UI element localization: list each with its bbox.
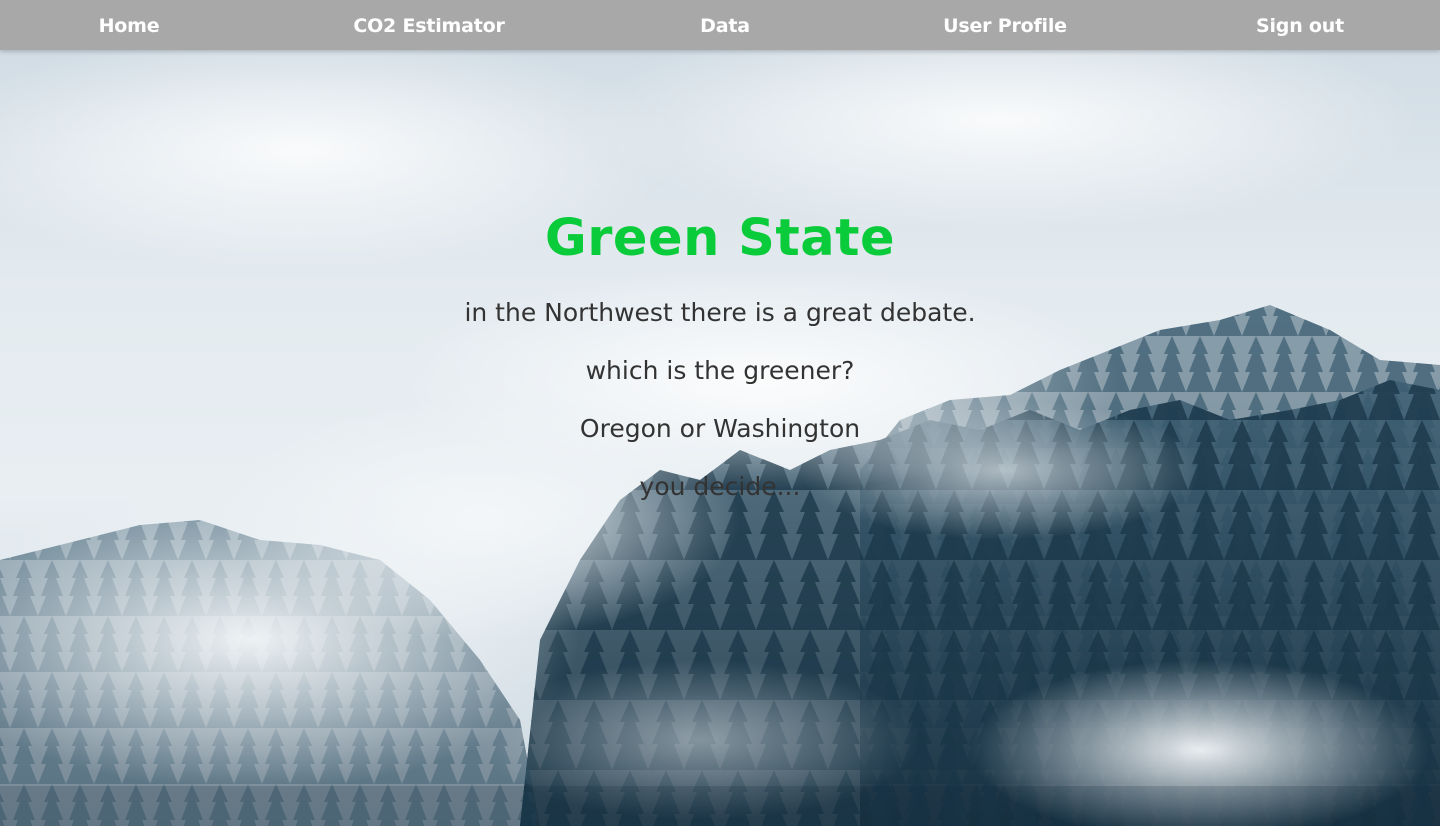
hero-section: Green State in the Northwest there is a …: [0, 0, 1440, 826]
nav-home-link[interactable]: Home: [99, 0, 160, 50]
hero-line-question: which is the greener?: [585, 356, 855, 385]
hero-line-states: Oregon or Washington: [579, 414, 861, 443]
hero-line-decide: you decide...: [639, 472, 801, 501]
hero-title: Green State: [544, 209, 896, 268]
hero-line-debate: in the Northwest there is a great debate…: [464, 298, 976, 327]
nav-co2-estimator-link[interactable]: CO2 Estimator: [353, 0, 505, 50]
nav-data-link[interactable]: Data: [700, 0, 750, 50]
top-navbar: Home CO2 Estimator Data User Profile Sig…: [0, 0, 1440, 50]
nav-user-profile-link[interactable]: User Profile: [943, 0, 1067, 50]
page: Home CO2 Estimator Data User Profile Sig…: [0, 0, 1440, 826]
nav-sign-out-link[interactable]: Sign out: [1256, 0, 1344, 50]
